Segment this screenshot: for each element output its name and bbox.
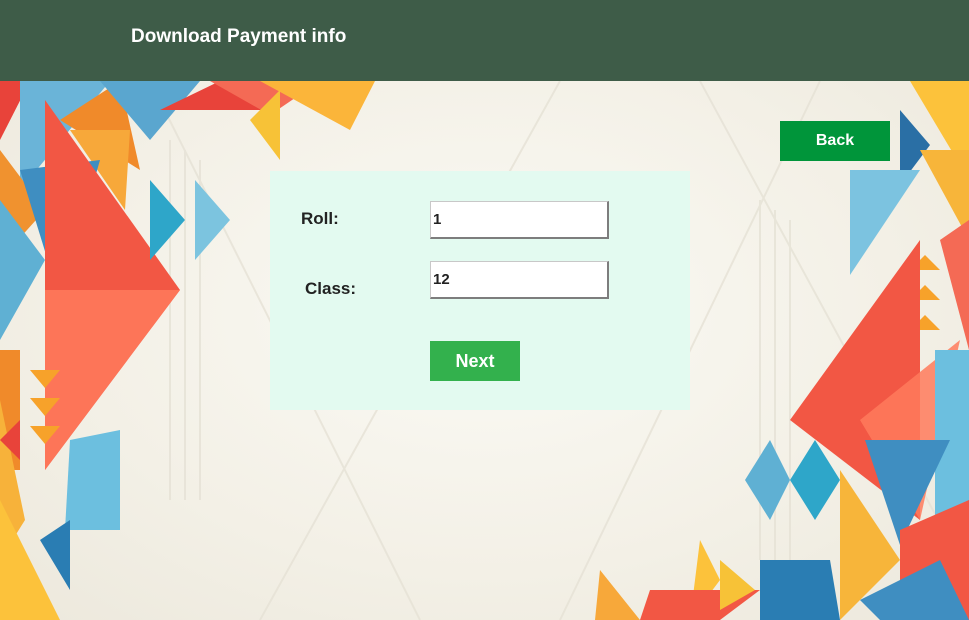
payment-form-panel: Roll: Class: Next <box>270 171 690 410</box>
roll-input[interactable] <box>430 201 609 239</box>
class-input[interactable] <box>430 261 609 299</box>
back-button[interactable]: Back <box>780 121 890 161</box>
roll-label: Roll: <box>301 209 339 228</box>
next-button[interactable]: Next <box>430 341 520 381</box>
class-label: Class: <box>305 279 357 298</box>
header-bar: Download Payment info <box>0 0 969 81</box>
page-title: Download Payment info <box>131 26 347 47</box>
